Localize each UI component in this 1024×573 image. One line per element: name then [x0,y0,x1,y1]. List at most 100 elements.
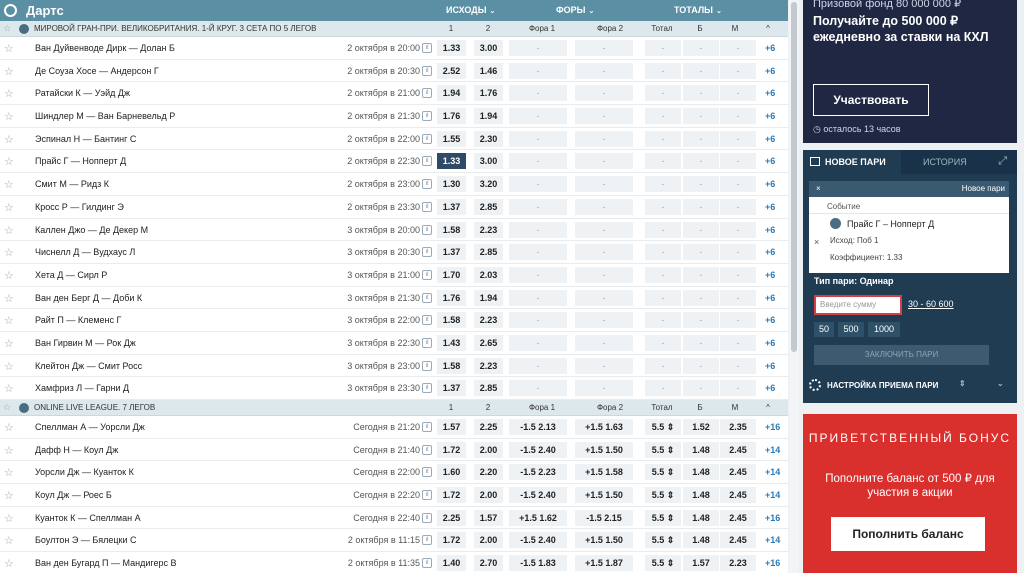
odds-b[interactable]: - [683,198,719,215]
favorite-star-icon[interactable]: ☆ [4,178,14,191]
more-markets-link[interactable]: +6 [765,361,775,371]
odds-b[interactable]: - [683,62,719,79]
more-markets-link[interactable]: +6 [765,315,775,325]
tab-history[interactable]: История [923,157,967,167]
odds-t[interactable]: - [645,289,681,306]
odds-o2[interactable]: 2.30 [474,130,503,147]
scrollbar-thumb[interactable] [791,2,797,352]
odds-m[interactable]: - [720,130,756,147]
close-icon[interactable]: × [816,184,821,193]
odds-o2[interactable]: 2.23 [474,221,503,238]
odds-o1[interactable]: 1.72 [437,441,466,458]
odds-f2[interactable]: +1.5 1.50 [575,532,633,549]
odds-f1[interactable]: - [509,153,567,170]
odds-f1[interactable]: - [509,380,567,397]
odds-b[interactable]: 1.48 [683,509,719,526]
odds-o2[interactable]: 2.85 [474,380,503,397]
event-name[interactable]: Коул Дж — Роес Б [35,490,112,500]
odds-f1[interactable]: - [509,221,567,238]
odds-m[interactable]: - [720,266,756,283]
stats-icon[interactable]: ıl [422,247,432,258]
odds-f2[interactable]: - [575,108,633,125]
event-name[interactable]: Райт П — Клеменс Г [35,315,121,325]
odds-o2[interactable]: 1.46 [474,62,503,79]
odds-o1[interactable]: 2.52 [437,62,466,79]
header-handicaps-button[interactable]: Форы ⌄ [556,5,594,15]
odds-t[interactable]: 5.5 ⇕ [645,555,681,572]
favorite-star-icon[interactable]: ☆ [4,201,14,214]
odds-t[interactable]: 5.5 ⇕ [645,509,681,526]
odds-b[interactable]: - [683,108,719,125]
odds-m[interactable]: - [720,334,756,351]
favorite-star-icon[interactable]: ☆ [4,42,14,55]
more-markets-link[interactable]: +6 [765,225,775,235]
stats-icon[interactable]: ıl [422,201,432,212]
odds-m[interactable]: - [720,62,756,79]
odds-o1[interactable]: 1.58 [437,221,466,238]
event-row[interactable]: ☆ Хамфриз Л — Гарни Д 3 октября в 23:30 ıl 1… [0,377,788,400]
odds-m[interactable]: 2.45 [720,464,756,481]
odds-o1[interactable]: 1.72 [437,487,466,504]
favorite-star-icon[interactable]: ☆ [4,155,14,168]
odds-b[interactable]: - [683,312,719,329]
header-outcomes-button[interactable]: Исходы ⌄ [446,5,495,15]
odds-f1[interactable]: -1.5 2.40 [509,532,567,549]
odds-f1[interactable]: -1.5 2.13 [509,419,567,435]
odds-b[interactable]: - [683,244,719,261]
odds-t[interactable]: - [645,108,681,125]
more-markets-link[interactable]: +16 [765,513,780,523]
odds-b[interactable]: 1.48 [683,532,719,549]
odds-f1[interactable]: -1.5 2.23 [509,464,567,481]
event-name[interactable]: Клейтон Дж — Смит Росс [35,361,142,371]
odds-o2[interactable]: 2.00 [474,532,503,549]
odds-f2[interactable]: - [575,221,633,238]
favorite-star-icon[interactable]: ☆ [4,314,14,327]
odds-m[interactable]: - [720,244,756,261]
more-markets-link[interactable]: +6 [765,111,775,121]
scrollbar[interactable] [789,0,799,573]
odds-b[interactable]: - [683,289,719,306]
stats-icon[interactable]: ıl [422,179,432,190]
odds-m[interactable]: 2.35 [720,419,756,435]
odds-f2[interactable]: - [575,312,633,329]
odds-o2[interactable]: 3.00 [474,40,503,56]
odds-o2[interactable]: 2.00 [474,441,503,458]
more-markets-link[interactable]: +14 [765,445,780,455]
stats-icon[interactable]: ıl [422,269,432,280]
odds-t[interactable]: 5.5 ⇕ [645,464,681,481]
odds-o2[interactable]: 2.85 [474,244,503,261]
odds-m[interactable]: 2.45 [720,532,756,549]
stats-icon[interactable]: ıl [422,337,432,348]
event-row[interactable]: ☆ Райт П — Клеменс Г 3 октября в 22:00 ıl 1.… [0,309,788,332]
odds-f1[interactable]: -1.5 1.83 [509,555,567,572]
favorite-star-icon[interactable]: ☆ [4,421,14,434]
favorite-star-icon[interactable]: ☆ [4,110,14,123]
odds-f2[interactable]: - [575,153,633,170]
odds-o1[interactable]: 1.58 [437,357,466,374]
odds-t[interactable]: - [645,312,681,329]
odds-f1[interactable]: - [509,62,567,79]
more-markets-link[interactable]: +6 [765,88,775,98]
odds-t[interactable]: 5.5 ⇕ [645,419,681,435]
event-name[interactable]: Спеллман А — Уорсли Дж [35,422,145,432]
stats-icon[interactable]: ıl [422,558,432,569]
stats-icon[interactable]: ıl [422,444,432,455]
odds-o1[interactable]: 1.43 [437,334,466,351]
event-row[interactable]: ☆ Спеллман А — Уорсли Дж Сегодня в 21:20 ıl… [0,416,788,439]
odds-f2[interactable]: - [575,85,633,102]
favorite-star-icon[interactable]: ☆ [4,337,14,350]
odds-o2[interactable]: 2.85 [474,198,503,215]
odds-f2[interactable]: - [575,357,633,374]
odds-t[interactable]: - [645,266,681,283]
more-markets-link[interactable]: +16 [765,422,780,432]
stake-range[interactable]: 30 - 60 600 [908,299,954,309]
odds-f1[interactable]: - [509,357,567,374]
odds-f1[interactable]: - [509,266,567,283]
event-name[interactable]: Смит М — Ридз К [35,179,109,189]
quick-stake-50[interactable]: 50 [814,322,834,337]
event-row[interactable]: ☆ Смит М — Ридз К 2 октября в 23:00 ıl 1.30 3… [0,173,788,196]
event-row[interactable]: ☆ Ван Дуйвенводе Дирк — Долан Б 2 октября … [0,37,788,60]
stats-icon[interactable]: ıl [422,292,432,303]
odds-f2[interactable]: - [575,289,633,306]
odds-o1[interactable]: 1.60 [437,464,466,481]
